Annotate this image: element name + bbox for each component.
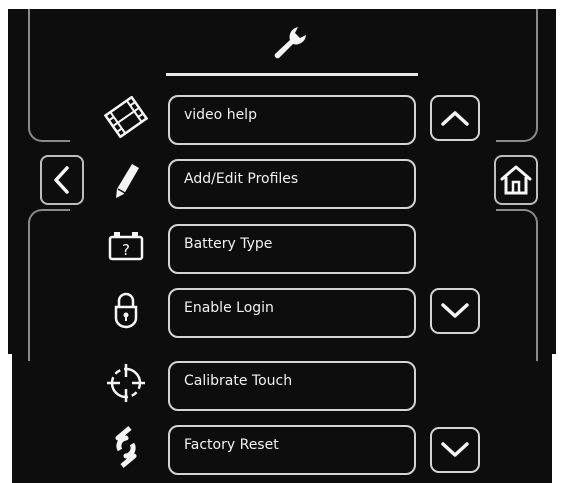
frame-rail-right-top — [496, 9, 538, 142]
enable-login-label: Enable Login — [184, 300, 274, 316]
chevron-left-icon — [54, 166, 69, 194]
battery-type-label: Battery Type — [184, 236, 273, 252]
home-button[interactable] — [494, 155, 538, 205]
frame-rail-right-bottom — [496, 209, 538, 361]
enable-login-button[interactable]: Enable Login — [168, 288, 416, 338]
frame-rail-left-top — [28, 9, 70, 142]
add-edit-profiles-button[interactable]: Add/Edit Profiles — [168, 159, 416, 209]
pencil-icon — [104, 159, 148, 203]
chevron-down-icon — [441, 303, 469, 318]
scroll-down-button[interactable] — [430, 288, 480, 334]
wrench-icon — [270, 23, 310, 63]
frame-seam-left — [8, 354, 12, 483]
scroll-up-button[interactable] — [430, 95, 480, 141]
reset-arrows-icon — [104, 425, 148, 469]
back-button[interactable] — [40, 155, 84, 205]
calibrate-touch-button[interactable]: Calibrate Touch — [168, 361, 416, 411]
scroll-down-button-lower[interactable] — [430, 427, 480, 473]
calibrate-touch-label: Calibrate Touch — [184, 373, 293, 389]
frame-seam-right — [552, 354, 556, 483]
frame-rail-left-bottom — [28, 209, 70, 361]
battery-type-button[interactable]: Battery Type — [168, 224, 416, 274]
settings-panel: video help Add/Edit Profiles ? Battery T… — [8, 9, 556, 483]
svg-text:?: ? — [122, 241, 130, 259]
film-icon — [104, 95, 148, 139]
chevron-up-icon — [441, 111, 469, 126]
padlock-icon — [104, 288, 148, 332]
factory-reset-label: Factory Reset — [184, 437, 279, 453]
home-icon — [500, 165, 532, 195]
video-help-label: video help — [184, 107, 257, 123]
video-help-button[interactable]: video help — [168, 95, 416, 145]
factory-reset-button[interactable]: Factory Reset — [168, 425, 416, 475]
crosshair-icon — [104, 361, 148, 405]
chevron-down-icon — [441, 442, 469, 457]
battery-question-icon: ? — [104, 224, 148, 268]
add-edit-profiles-label: Add/Edit Profiles — [184, 171, 299, 187]
header-divider — [166, 73, 418, 76]
